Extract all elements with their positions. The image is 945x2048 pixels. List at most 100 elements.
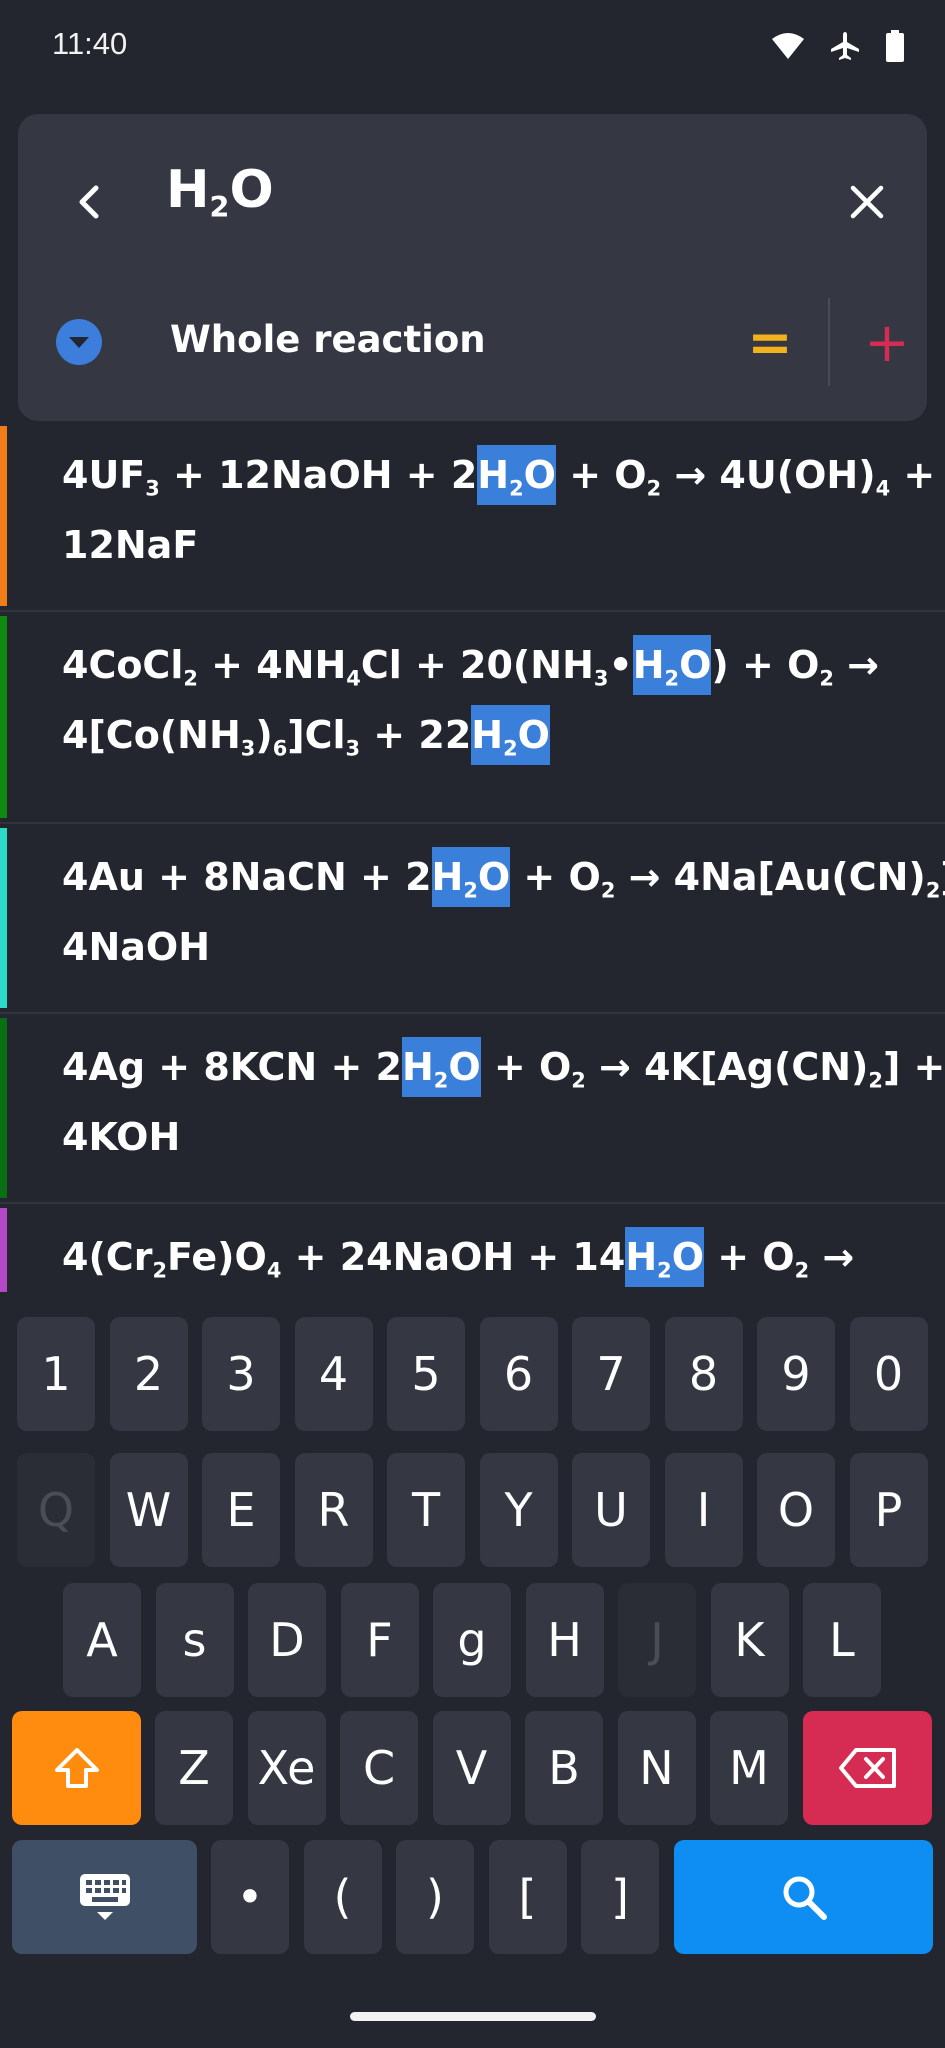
backspace-key[interactable] <box>803 1711 932 1825</box>
key-j[interactable]: J <box>618 1583 696 1697</box>
key-s[interactable]: s <box>155 1583 234 1697</box>
reaction-result-item[interactable]: 4Au + 8NaCN + 2H2O + O2 → 4Na[Au(CN)2] +… <box>0 824 945 1014</box>
airplane-mode-icon <box>829 30 861 66</box>
equation-subscript: 4 <box>266 1258 282 1283</box>
key-label: 3 <box>226 1347 256 1401</box>
equation-subscript: 2 <box>794 1258 810 1283</box>
reaction-result-item[interactable]: 4CoCl2 + 4NH4Cl + 20(NH3•H2O) + O2 → 4[Co… <box>0 612 945 824</box>
chevron-left-icon <box>79 185 99 219</box>
key-label: D <box>269 1613 305 1667</box>
equation-text: H <box>431 855 464 899</box>
search-match-highlight: H2O <box>632 635 712 695</box>
key-h[interactable]: H <box>525 1583 604 1697</box>
backspace-icon <box>838 1748 896 1788</box>
key-2[interactable]: 2 <box>109 1317 188 1431</box>
key-c[interactable]: C <box>340 1711 418 1825</box>
search-key[interactable] <box>674 1840 933 1954</box>
equation-text: 4Ag + 8KCN + 2 <box>62 1045 402 1089</box>
equation-text: H <box>625 1235 658 1279</box>
key-3[interactable]: 3 <box>202 1317 280 1431</box>
search-input[interactable]: H2O <box>166 160 274 221</box>
key-label: 8 <box>688 1347 719 1401</box>
reaction-result-item[interactable]: 4(Cr2Fe)O4 + 24NaOH + 14H2O + O2 → <box>0 1204 945 1292</box>
key-8[interactable]: 8 <box>664 1317 743 1431</box>
add-reactant-button[interactable]: + <box>846 308 928 378</box>
equation-text: + 24NaOH + 14 <box>281 1235 626 1279</box>
equation-text: 12NaF <box>62 523 199 567</box>
key-label: H <box>547 1613 582 1667</box>
home-indicator[interactable] <box>350 2012 596 2021</box>
back-button[interactable] <box>58 170 122 234</box>
key-symbol-3[interactable]: [ <box>488 1840 567 1954</box>
key-q[interactable]: Q <box>17 1453 95 1567</box>
equation-subscript: 2 <box>433 1068 449 1093</box>
key-label: 2 <box>133 1347 164 1401</box>
key-k[interactable]: K <box>710 1583 789 1697</box>
key-label: Y <box>504 1483 533 1537</box>
key-t[interactable]: T <box>387 1453 465 1567</box>
key-e[interactable]: E <box>202 1453 280 1567</box>
key-5[interactable]: 5 <box>387 1317 465 1431</box>
reaction-results-list: 4UF3 + 12NaOH + 2H2O + O2 → 4U(OH)4 +12N… <box>0 422 945 1292</box>
key-v[interactable]: V <box>432 1711 511 1825</box>
key-xe[interactable]: Xe <box>247 1711 326 1825</box>
equation-subscript: 2 <box>925 878 941 903</box>
equation-text: H <box>401 1045 434 1089</box>
equation-text: 4(Cr <box>62 1235 153 1279</box>
search-card: H2O Whole reaction = + <box>18 114 927 421</box>
equals-side-button[interactable]: = <box>726 310 814 376</box>
equals-icon: = <box>747 311 793 374</box>
reaction-result-item[interactable]: 4UF3 + 12NaOH + 2H2O + O2 → 4U(OH)4 +12N… <box>0 422 945 612</box>
key-u[interactable]: U <box>572 1453 650 1567</box>
key-4[interactable]: 4 <box>294 1317 373 1431</box>
key-a[interactable]: A <box>63 1583 141 1697</box>
equation-text: Cl + 20(NH <box>360 643 594 687</box>
key-r[interactable]: R <box>294 1453 373 1567</box>
search-match-highlight: H2O <box>477 445 556 505</box>
equation-text: ) <box>255 713 273 757</box>
shift-key[interactable] <box>12 1711 141 1825</box>
key-f[interactable]: F <box>340 1583 419 1697</box>
search-icon <box>783 1876 827 1920</box>
equation-text: + <box>890 453 936 497</box>
key-i[interactable]: I <box>664 1453 743 1567</box>
key-6[interactable]: 6 <box>479 1317 558 1431</box>
filter-mode-label[interactable]: Whole reaction <box>170 318 486 361</box>
key-7[interactable]: 7 <box>572 1317 650 1431</box>
key-p[interactable]: P <box>849 1453 928 1567</box>
key-symbol-1[interactable]: ( <box>303 1840 382 1954</box>
query-main: H <box>166 160 210 220</box>
equation-text: O <box>477 855 511 899</box>
switch-keyboard-key[interactable] <box>12 1840 197 1954</box>
key-0[interactable]: 0 <box>849 1317 928 1431</box>
equation-text: 4[Co(NH <box>62 713 241 757</box>
reaction-result-item[interactable]: 4Ag + 8KCN + 2H2O + O2 → 4K[Ag(CN)2] +4K… <box>0 1014 945 1204</box>
key-d[interactable]: D <box>248 1583 326 1697</box>
key-symbol-0[interactable]: • <box>211 1840 289 1954</box>
clear-search-button[interactable] <box>835 170 899 234</box>
shift-arrow-icon <box>54 1748 99 1788</box>
filter-mode-dropdown[interactable] <box>56 319 102 365</box>
key-label: W <box>125 1483 172 1537</box>
key-label: ( <box>333 1870 352 1924</box>
equation-subscript: 2 <box>183 666 198 691</box>
equation-subscript: 2 <box>657 1258 672 1283</box>
key-m[interactable]: M <box>710 1711 788 1825</box>
key-9[interactable]: 9 <box>757 1317 835 1431</box>
key-symbol-4[interactable]: ] <box>581 1840 659 1954</box>
key-y[interactable]: Y <box>479 1453 558 1567</box>
key-n[interactable]: N <box>617 1711 696 1825</box>
equation-subscript: 2 <box>600 878 616 903</box>
key-z[interactable]: Z <box>155 1711 233 1825</box>
key-g[interactable]: g <box>433 1583 511 1697</box>
key-label: T <box>411 1483 441 1537</box>
key-o[interactable]: O <box>757 1453 835 1567</box>
key-label: • <box>236 1870 264 1924</box>
key-l[interactable]: L <box>803 1583 881 1697</box>
key-w[interactable]: W <box>109 1453 188 1567</box>
key-label: g <box>457 1613 487 1667</box>
key-b[interactable]: B <box>525 1711 603 1825</box>
key-symbol-2[interactable]: ) <box>396 1840 474 1954</box>
key-1[interactable]: 1 <box>17 1317 95 1431</box>
equation-subscript: 2 <box>509 476 524 501</box>
